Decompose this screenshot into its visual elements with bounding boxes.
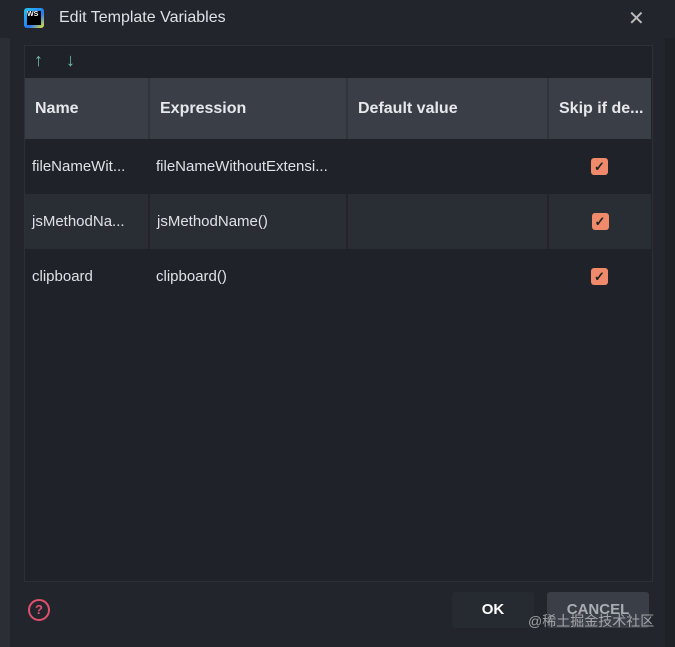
skip-checkbox[interactable]: ✓ — [591, 158, 608, 175]
cell-name[interactable]: clipboard — [25, 249, 149, 304]
cell-name[interactable]: fileNameWit... — [25, 139, 149, 194]
webstorm-logo-icon: WS — [24, 8, 44, 28]
skip-checkbox[interactable]: ✓ — [591, 268, 608, 285]
table-row: fileNameWit... fileNameWithoutExtensi...… — [25, 139, 651, 194]
cell-expression[interactable]: jsMethodName() — [149, 194, 348, 249]
cell-name[interactable]: jsMethodNa... — [25, 194, 150, 249]
table-header: Name Expression Default value Skip if de… — [25, 78, 651, 139]
cell-expression[interactable]: clipboard() — [149, 249, 347, 304]
column-header-expression[interactable]: Expression — [149, 78, 348, 139]
table-row: jsMethodNa... jsMethodName() ✓ — [25, 194, 651, 249]
column-header-name[interactable]: Name — [25, 78, 150, 139]
cell-expression[interactable]: fileNameWithoutExtensi... — [149, 139, 347, 194]
watermark: @稀土掘金技术社区 — [528, 613, 655, 629]
column-header-default-value[interactable]: Default value — [347, 78, 549, 139]
column-header-skip[interactable]: Skip if de... — [548, 78, 651, 139]
move-up-icon[interactable]: ↑ — [34, 50, 43, 71]
move-down-icon[interactable]: ↓ — [66, 50, 75, 71]
help-icon[interactable]: ? — [28, 599, 50, 621]
background-window — [0, 38, 10, 647]
title-bar: WS Edit Template Variables ✕ — [0, 0, 675, 38]
table-row: clipboard clipboard() ✓ — [25, 249, 651, 304]
cell-default[interactable] — [347, 249, 548, 304]
variables-table: Name Expression Default value Skip if de… — [25, 78, 651, 304]
cell-default[interactable] — [347, 194, 549, 249]
skip-checkbox[interactable]: ✓ — [591, 213, 609, 230]
cell-default[interactable] — [347, 139, 548, 194]
close-icon[interactable]: ✕ — [628, 6, 645, 31]
ok-button[interactable]: OK — [452, 592, 534, 628]
dialog-title: Edit Template Variables — [59, 9, 226, 26]
